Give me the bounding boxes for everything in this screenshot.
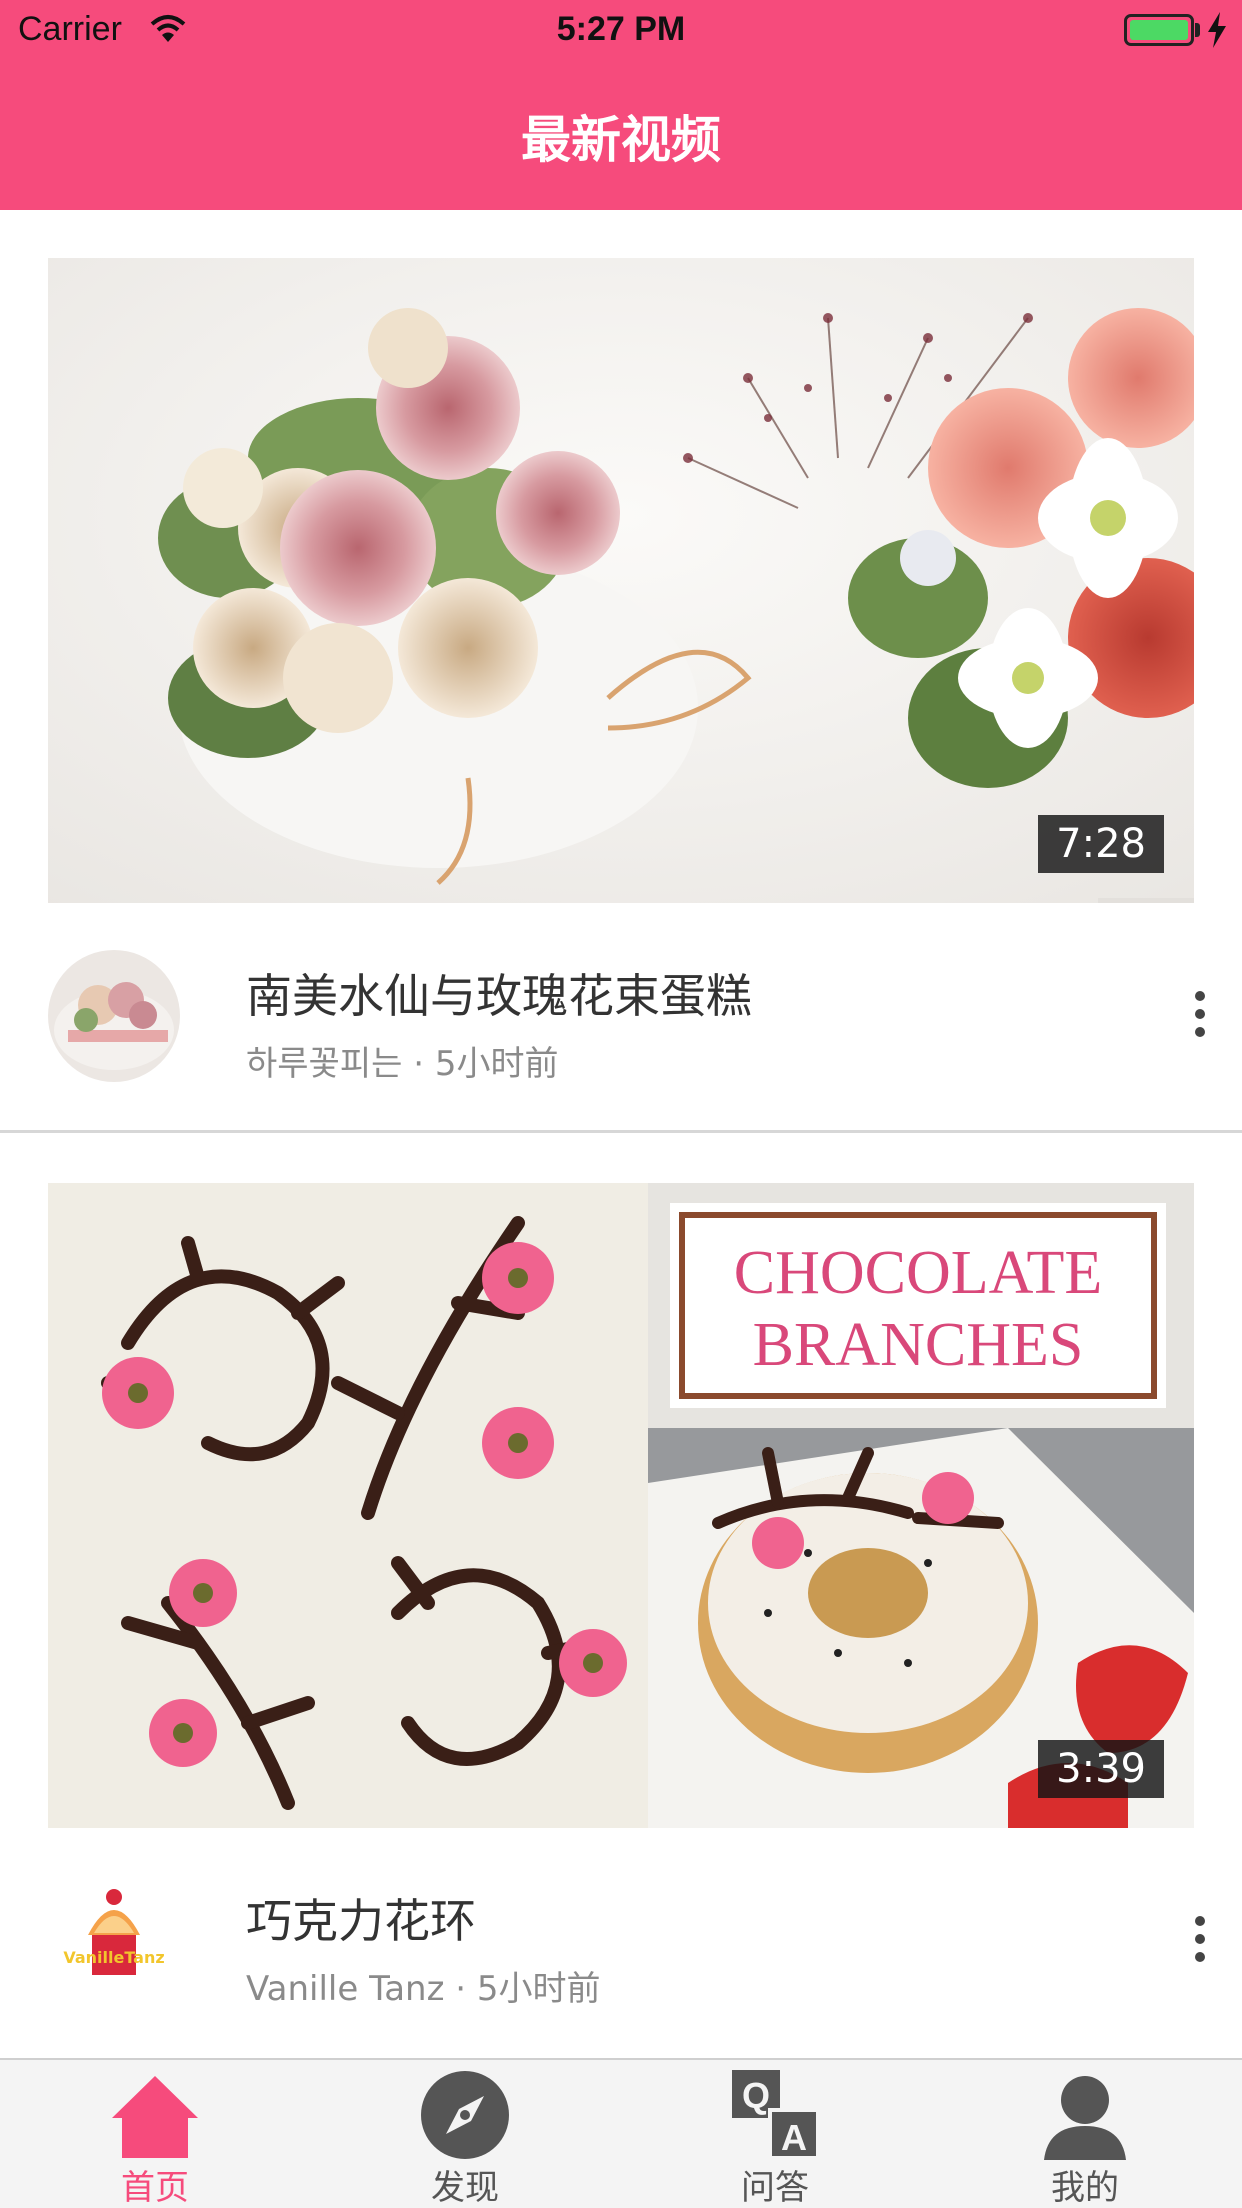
channel-avatar[interactable]: VanilleTanz [48, 1875, 180, 2007]
tab-label: 问答 [741, 2168, 809, 2208]
video-meta: VanilleTanz 巧克力花环 Vanille Tanz · 5小时前 [0, 1875, 1242, 2025]
vanille-tanz-logo: VanilleTanz [48, 1875, 180, 2007]
qa-icon: Q A [732, 2070, 820, 2160]
avatar-image [48, 950, 180, 1082]
more-options-icon[interactable] [1188, 1915, 1212, 1963]
tab-qa[interactable]: Q A 问答 [620, 2060, 930, 2208]
video-subtitle: 하루꽃피는 · 5小时前 [246, 1044, 559, 1084]
top-bar: Carrier 5:27 PM 最新视频 [0, 0, 1242, 210]
chocolate-branches-image: CHOCOLATE BRANCHES [48, 1183, 1194, 1828]
qa-icon-q: Q [742, 2075, 770, 2116]
video-duration: 7:28 [1038, 815, 1164, 873]
home-icon [112, 2076, 198, 2158]
qa-icon-a: A [781, 2117, 807, 2158]
video-title[interactable]: 巧克力花环 [246, 1885, 476, 1951]
divider [0, 1130, 1242, 1133]
battery-tip [1195, 23, 1200, 37]
tab-discover[interactable]: 发现 [310, 2060, 620, 2208]
video-thumbnail[interactable]: CHOCOLATE BRANCHES 3:39 [48, 1183, 1194, 1828]
tab-profile[interactable]: 我的 [930, 2060, 1240, 2208]
video-duration: 3:39 [1038, 1740, 1164, 1798]
battery-icon [1124, 14, 1194, 46]
tab-bar: 首页 发现 Q A 问答 我的 [0, 2058, 1242, 2208]
status-bar: Carrier 5:27 PM [0, 0, 1242, 62]
thumbnail-title-line1: CHOCOLATE [734, 1239, 1103, 1307]
more-options-icon[interactable] [1188, 990, 1212, 1038]
channel-avatar[interactable] [48, 950, 180, 1082]
charging-icon [1208, 12, 1226, 48]
tab-label: 首页 [121, 2168, 189, 2208]
compass-icon [421, 2071, 509, 2159]
profile-icon [1044, 2076, 1126, 2160]
video-thumbnail[interactable]: 7:28 [48, 258, 1194, 903]
flower-cake-image [48, 258, 1194, 903]
tab-label: 我的 [1051, 2168, 1119, 2208]
tab-home[interactable]: 首页 [0, 2060, 310, 2208]
video-title[interactable]: 南美水仙与玫瑰花束蛋糕 [246, 960, 752, 1026]
video-meta: 南美水仙与玫瑰花束蛋糕 하루꽃피는 · 5小时前 [0, 950, 1242, 1100]
avatar-logo-text: VanilleTanz [63, 1948, 164, 1967]
page-title: 最新视频 [521, 111, 721, 169]
video-subtitle: Vanille Tanz · 5小时前 [246, 1969, 601, 2009]
thumbnail-title-line2: BRANCHES [753, 1311, 1084, 1379]
clock: 5:27 PM [556, 10, 686, 48]
tab-label: 发现 [431, 2168, 499, 2208]
